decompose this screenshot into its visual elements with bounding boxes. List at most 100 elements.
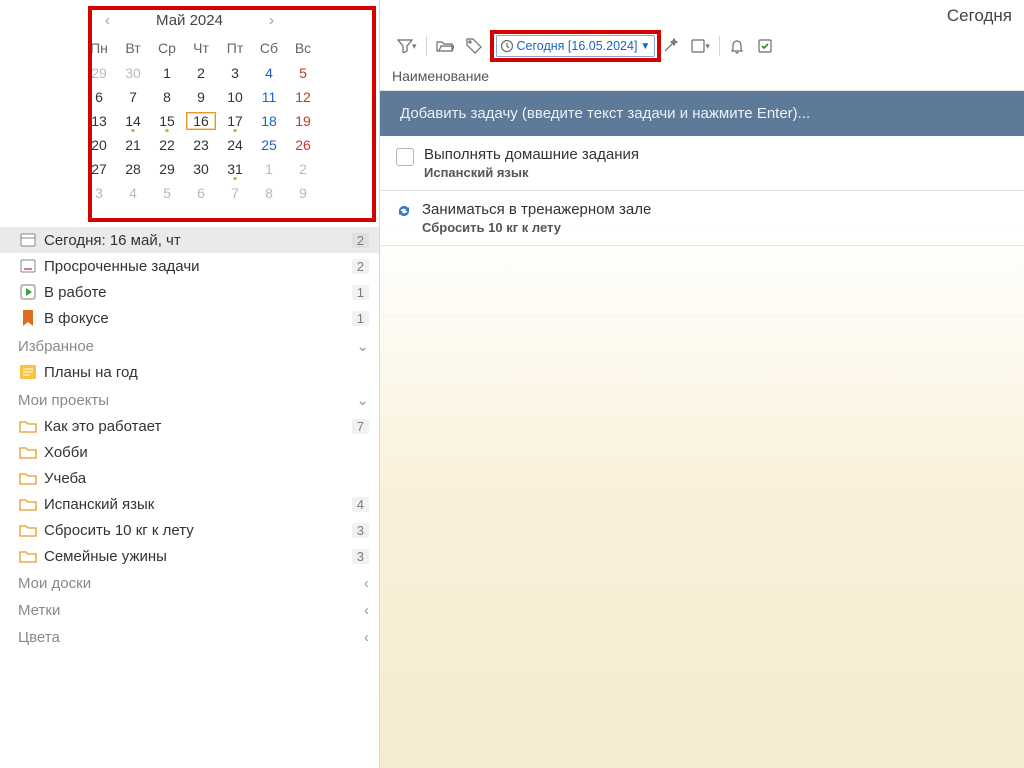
bell-icon: [729, 38, 745, 54]
calendar-day[interactable]: 24: [218, 133, 252, 157]
task-title: Выполнять домашние задания: [424, 146, 639, 163]
calendar-day[interactable]: 31: [218, 157, 252, 181]
calendar-day[interactable]: 4: [116, 181, 150, 205]
fav-item-plans[interactable]: Планы на год: [0, 359, 379, 385]
project-item-weight[interactable]: Сбросить 10 кг к лету3: [0, 517, 379, 543]
calendar-day[interactable]: 21: [116, 133, 150, 157]
calendar-day[interactable]: 27: [82, 157, 116, 181]
calendar-day[interactable]: 29: [82, 61, 116, 85]
calendar-day[interactable]: 2: [286, 157, 320, 181]
section-label: Мои доски: [18, 575, 364, 592]
task-project: Сбросить 10 кг к лету: [422, 220, 651, 235]
sidebar: ‹ Май 2024 › ПнВтСрЧтПтСбВс 293012345678…: [0, 0, 380, 768]
calendar-day[interactable]: 29: [150, 157, 184, 181]
calendar-title: Май 2024: [122, 12, 257, 29]
nav-working[interactable]: В работе 1: [0, 279, 379, 305]
task-row[interactable]: Выполнять домашние задания Испанский язык: [380, 136, 1024, 191]
square-icon: [690, 38, 706, 54]
calendar-weekday: Вс: [286, 37, 320, 61]
main-pane: Сегодня ▾ Сегодня [16.05.2024] ▼ ▾: [380, 0, 1024, 768]
calendar-day[interactable]: 18: [252, 109, 286, 133]
folder-icon: [18, 521, 38, 539]
project-item-hobby[interactable]: Хобби: [0, 439, 379, 465]
column-header-name: Наименование: [380, 64, 1024, 91]
calendar-day[interactable]: 12: [286, 85, 320, 109]
calendar-day[interactable]: 9: [184, 85, 218, 109]
calendar-day[interactable]: 7: [218, 181, 252, 205]
calendar-day[interactable]: 3: [218, 61, 252, 85]
project-item-spanish[interactable]: Испанский язык4: [0, 491, 379, 517]
calendar-next-button[interactable]: ›: [265, 12, 278, 29]
task-checkbox[interactable]: [396, 148, 414, 166]
checkbox-button[interactable]: ▾: [685, 34, 715, 58]
calendar-day[interactable]: 30: [184, 157, 218, 181]
nav-label: Просроченные задачи: [44, 258, 352, 275]
date-filter-pill[interactable]: Сегодня [16.05.2024] ▼: [496, 35, 656, 57]
section-favorites[interactable]: Избранное ⌄: [0, 331, 379, 359]
toolbar-separator: [491, 36, 492, 56]
project-item-study[interactable]: Учеба: [0, 465, 379, 491]
section-colors[interactable]: Цвета ‹: [0, 623, 379, 650]
calendar-day[interactable]: 2: [184, 61, 218, 85]
calendar-day[interactable]: 23: [184, 133, 218, 157]
calendar-day[interactable]: 22: [150, 133, 184, 157]
calendar-day[interactable]: 13: [82, 109, 116, 133]
calendar-day[interactable]: 26: [286, 133, 320, 157]
calendar-day[interactable]: 30: [116, 61, 150, 85]
nav-today[interactable]: Сегодня: 16 май, чт 2: [0, 227, 379, 253]
wand-icon: [662, 38, 678, 54]
nav-overdue[interactable]: Просроченные задачи 2: [0, 253, 379, 279]
calendar-prev-button[interactable]: ‹: [101, 12, 114, 29]
tag-button[interactable]: [461, 34, 487, 58]
calendar-day[interactable]: 4: [252, 61, 286, 85]
nav-label: Учеба: [44, 470, 369, 487]
nav-focus[interactable]: В фокусе 1: [0, 305, 379, 331]
calendar-day[interactable]: 9: [286, 181, 320, 205]
calendar-day[interactable]: 20: [82, 133, 116, 157]
calendar-day[interactable]: 1: [252, 157, 286, 181]
calendar-day[interactable]: 7: [116, 85, 150, 109]
calendar-day[interactable]: 8: [150, 85, 184, 109]
calendar-day[interactable]: 1: [150, 61, 184, 85]
toolbar-separator: [426, 36, 427, 56]
calendar-day[interactable]: 10: [218, 85, 252, 109]
nav-list: Сегодня: 16 май, чт 2 Просроченные задач…: [0, 227, 379, 768]
task-project: Испанский язык: [424, 165, 639, 180]
calendar-day[interactable]: 15: [150, 109, 184, 133]
calendar-day[interactable]: 25: [252, 133, 286, 157]
nav-label: В фокусе: [44, 310, 352, 327]
calendar-day[interactable]: 11: [252, 85, 286, 109]
tag-icon: [466, 38, 482, 54]
task-row[interactable]: Заниматься в тренажерном залеСбросить 10…: [380, 191, 1024, 246]
calendar-day[interactable]: 5: [286, 61, 320, 85]
project-item-dinner[interactable]: Семейные ужины3: [0, 543, 379, 569]
project-item-how[interactable]: Как это работает7: [0, 413, 379, 439]
calendar-day[interactable]: 8: [252, 181, 286, 205]
calendar-day[interactable]: 6: [82, 85, 116, 109]
reminder-button[interactable]: [724, 34, 750, 58]
calendar-day[interactable]: 19: [286, 109, 320, 133]
nav-count: 1: [352, 285, 369, 300]
calendar-day[interactable]: 17: [218, 109, 252, 133]
filter-button[interactable]: ▾: [392, 34, 422, 58]
calendar-day[interactable]: 3: [82, 181, 116, 205]
calendar-day[interactable]: 14: [116, 109, 150, 133]
done-button[interactable]: [752, 34, 778, 58]
section-boards[interactable]: Мои доски ‹: [0, 569, 379, 596]
open-button[interactable]: [431, 34, 459, 58]
calendar-block: ‹ Май 2024 › ПнВтСрЧтПтСбВс 293012345678…: [16, 0, 363, 219]
calendar-day[interactable]: 28: [116, 157, 150, 181]
calendar-day[interactable]: 6: [184, 181, 218, 205]
section-label: Избранное: [18, 338, 356, 355]
add-task-input[interactable]: Добавить задачу (введите текст задачи и …: [380, 91, 1024, 136]
wand-button[interactable]: [657, 34, 683, 58]
chevron-left-icon: ‹: [364, 575, 369, 592]
section-tags[interactable]: Метки ‹: [0, 596, 379, 623]
calendar-day-icon: [18, 231, 38, 249]
folder-icon: [18, 547, 38, 565]
calendar-day[interactable]: 5: [150, 181, 184, 205]
folder-icon: [18, 417, 38, 435]
nav-count: 3: [352, 523, 369, 538]
section-projects[interactable]: Мои проекты ⌄: [0, 385, 379, 413]
calendar-day-today[interactable]: 16: [184, 109, 218, 133]
